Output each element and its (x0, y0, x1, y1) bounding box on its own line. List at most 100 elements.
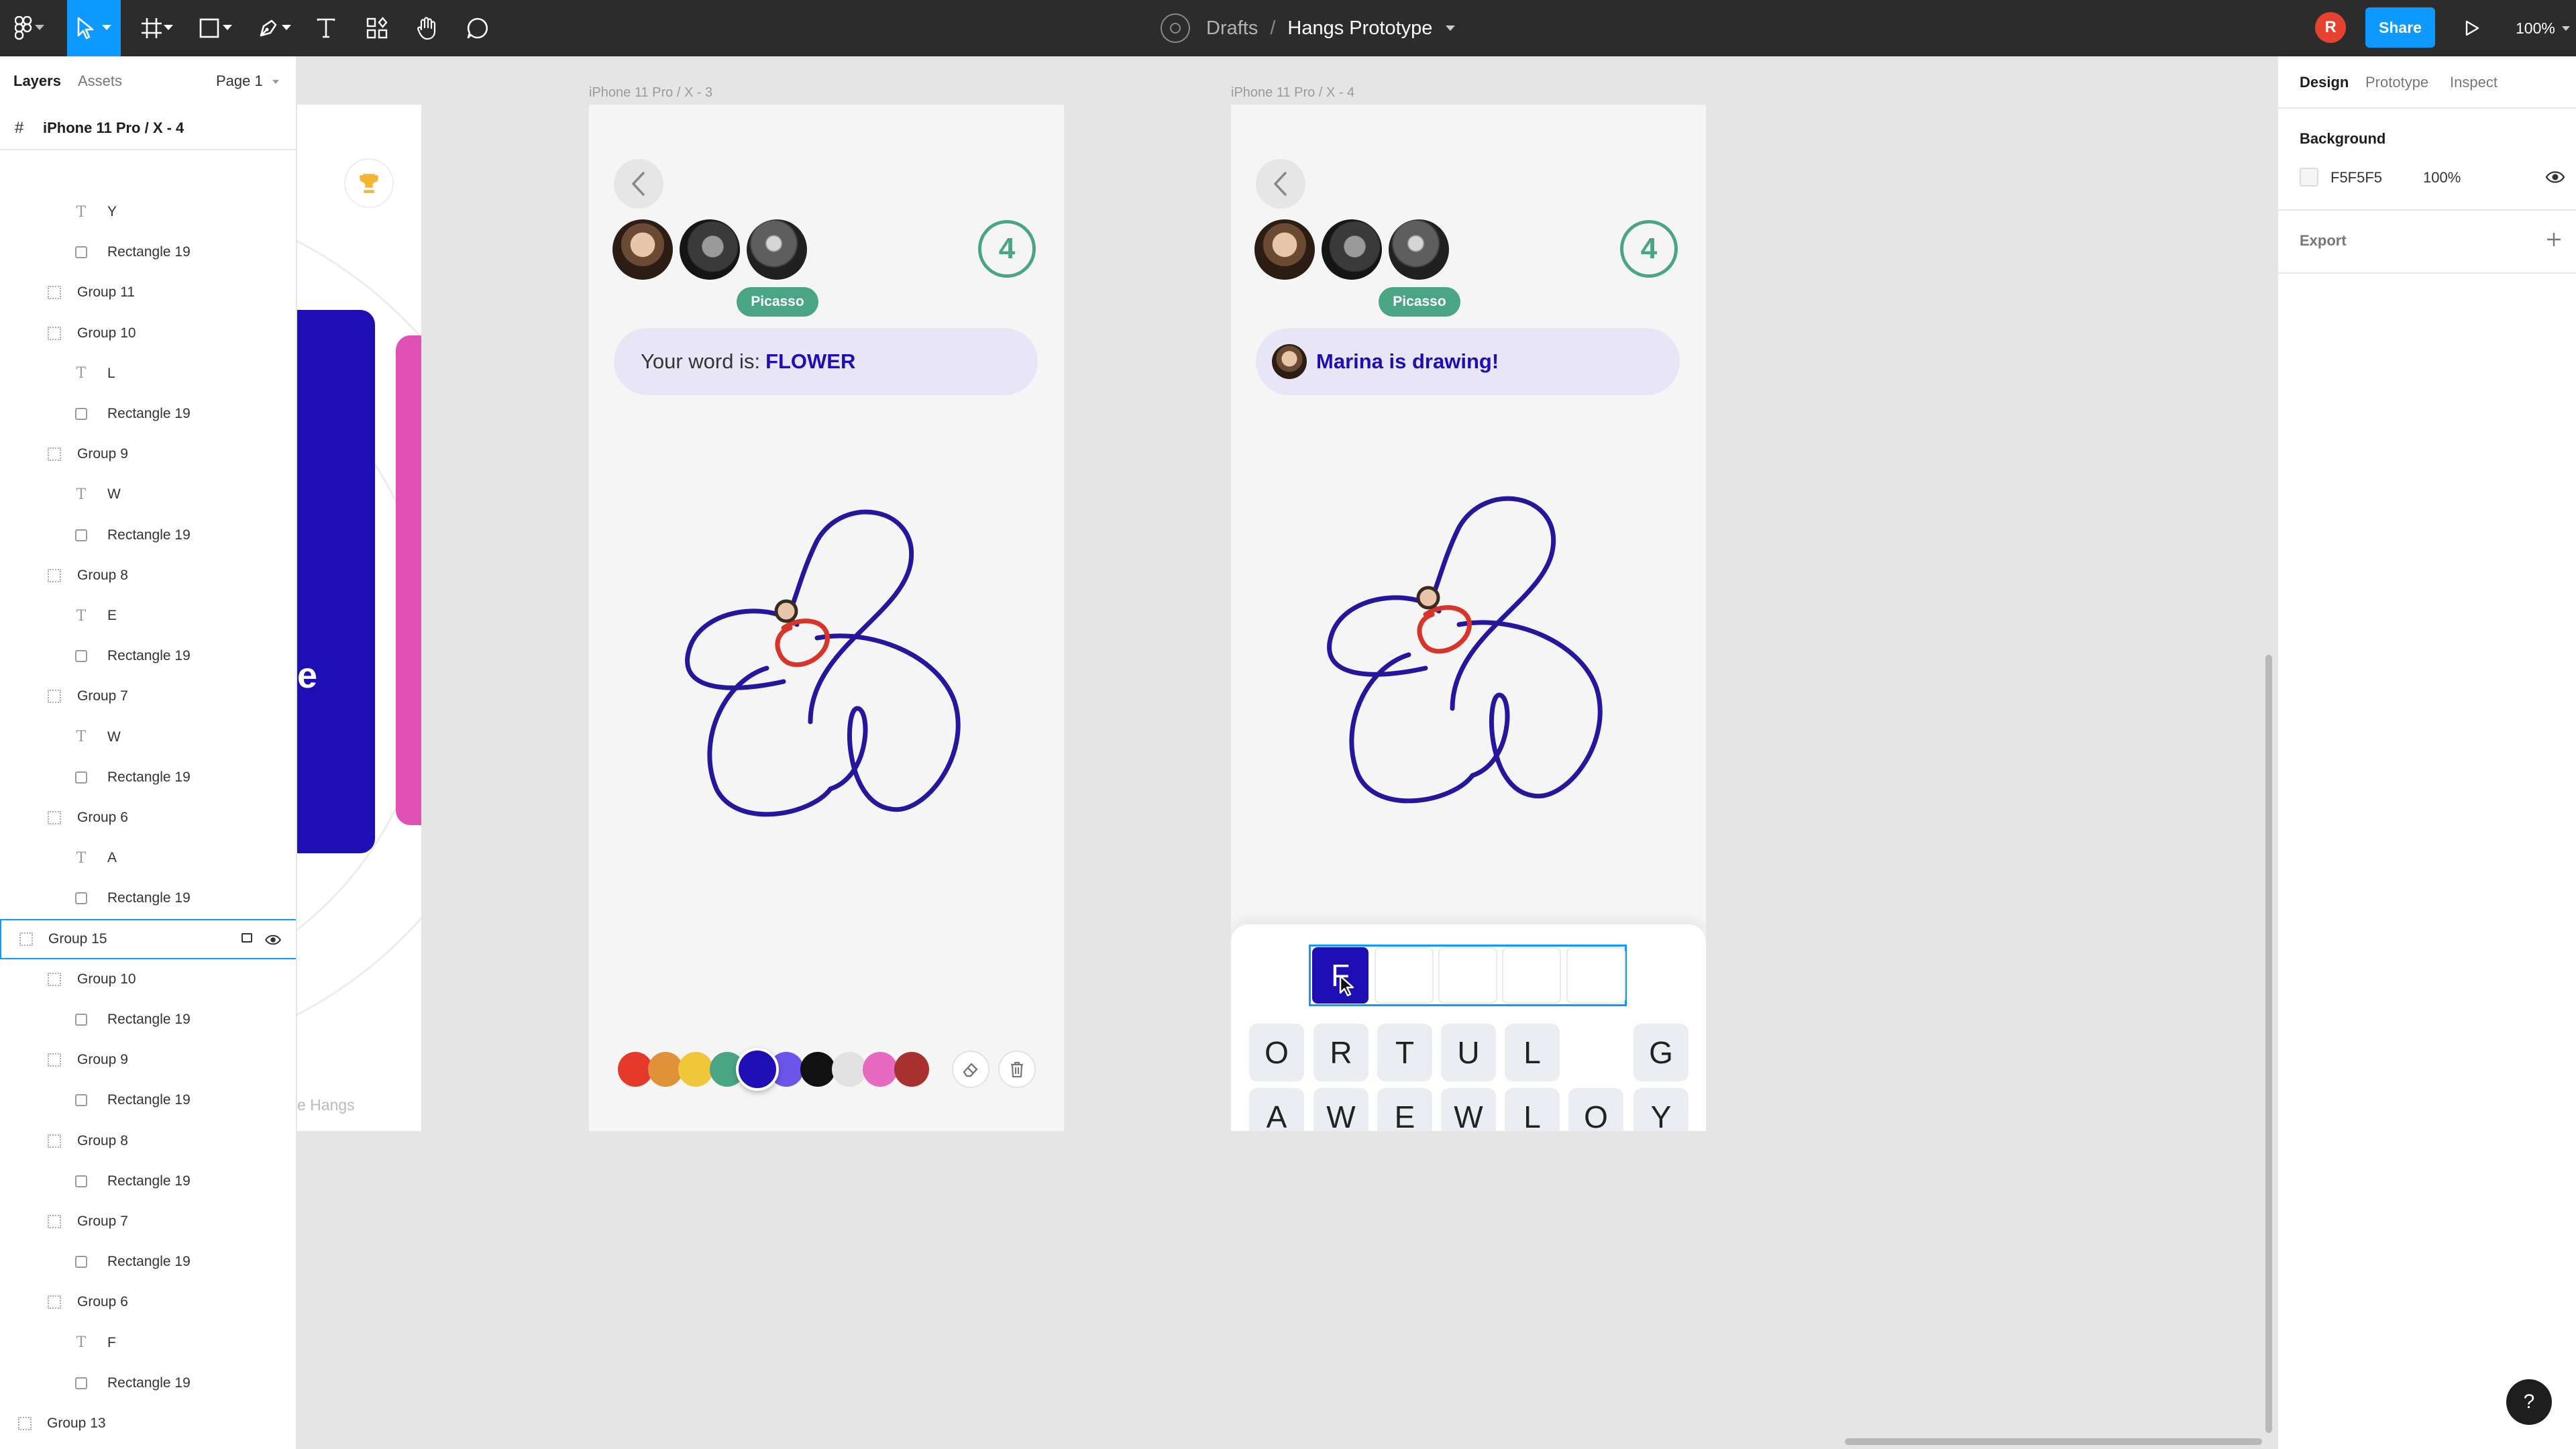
layer-row[interactable]: Group 7 (0, 1201, 296, 1242)
color-swatch-selected[interactable] (736, 1048, 779, 1091)
eraser-button[interactable] (952, 1051, 989, 1088)
visibility-eye-icon[interactable] (264, 933, 282, 947)
layer-row[interactable]: Rectangle 19 (0, 1000, 296, 1040)
add-export-icon[interactable] (2545, 231, 2563, 248)
letter-key[interactable]: T (1377, 1024, 1432, 1081)
letter-key[interactable]: A (1249, 1088, 1304, 1131)
background-color-swatch[interactable] (2300, 168, 2318, 186)
letter-key[interactable]: G (1633, 1024, 1688, 1081)
letter-key[interactable]: U (1441, 1024, 1496, 1081)
phone-frame-3[interactable]: Picasso 4 Your word is: FLOWER (589, 105, 1064, 1131)
export-section-title[interactable]: Export (2300, 232, 2347, 250)
letter-key[interactable]: O (1249, 1024, 1304, 1081)
layer-row[interactable]: Rectangle 19 (0, 757, 296, 798)
layer-row[interactable]: Group 15 (0, 918, 296, 959)
resources-tool-icon[interactable] (357, 0, 397, 56)
player-avatar-1[interactable] (612, 219, 673, 280)
layer-row[interactable]: Group 8 (0, 1121, 296, 1161)
background-opacity-input[interactable]: 100% (2423, 169, 2461, 186)
color-swatch[interactable] (894, 1052, 929, 1087)
layer-row[interactable]: Group 12 (0, 1444, 296, 1449)
chevron-down-icon[interactable] (1446, 25, 1456, 31)
frame-label-4[interactable]: iPhone 11 Pro / X - 4 (1231, 85, 1354, 101)
layer-row[interactable]: Rectangle 19 (0, 1161, 296, 1201)
breadcrumb-drafts[interactable]: Drafts (1206, 17, 1258, 40)
layer-row[interactable]: Group 9 (0, 434, 296, 474)
partial-frame[interactable]: e e Hangs (297, 105, 421, 1131)
share-button[interactable]: Share (2365, 7, 2435, 48)
layer-row[interactable]: TE (0, 596, 296, 636)
layer-row[interactable]: Rectangle 19 (0, 394, 296, 434)
color-swatch[interactable] (800, 1052, 835, 1087)
trophy-icon[interactable] (344, 158, 394, 208)
hand-tool-icon[interactable] (407, 0, 447, 56)
answer-slot-3[interactable] (1438, 947, 1497, 1004)
vertical-scrollbar[interactable] (2265, 655, 2272, 1433)
layer-row[interactable]: Group 6 (0, 798, 296, 838)
layer-frame-row[interactable]: # iPhone 11 Pro / X - 4 (0, 107, 296, 150)
layer-row[interactable]: TL (0, 354, 296, 394)
page-selector[interactable]: Page 1 (216, 72, 279, 90)
background-hex-input[interactable]: F5F5F5 (2330, 169, 2382, 186)
player-avatar-2[interactable] (1322, 219, 1382, 280)
layer-row[interactable]: Rectangle 19 (0, 636, 296, 676)
layer-row[interactable]: Rectangle 19 (0, 1242, 296, 1282)
tab-design[interactable]: Design (2300, 74, 2349, 91)
letter-key[interactable]: L (1505, 1024, 1560, 1081)
letter-key[interactable]: W (1441, 1088, 1496, 1131)
help-button[interactable]: ? (2506, 1379, 2552, 1425)
unlock-icon[interactable] (241, 932, 252, 943)
layer-row[interactable]: Group 11 (0, 272, 296, 313)
move-tool-button[interactable] (67, 0, 121, 56)
layer-row[interactable]: Group 6 (0, 1282, 296, 1322)
layer-row[interactable]: Group 8 (0, 555, 296, 596)
tab-layers[interactable]: Layers (13, 72, 61, 90)
comment-tool-icon[interactable] (458, 0, 498, 56)
layer-row[interactable]: TW (0, 717, 296, 757)
back-button[interactable] (614, 159, 663, 209)
user-avatar[interactable]: R (2315, 12, 2346, 43)
player-avatar-3[interactable] (1389, 219, 1449, 280)
layer-row[interactable]: Rectangle 19 (0, 515, 296, 555)
layer-row[interactable]: Group 13 (0, 1403, 296, 1444)
layer-row[interactable]: Rectangle 19 (0, 1080, 296, 1120)
canvas[interactable]: e e Hangs iPhone 11 Pro / X - 3 Picasso … (297, 56, 2276, 1449)
layer-row[interactable]: TF (0, 1323, 296, 1363)
layer-row[interactable]: Group 7 (0, 676, 296, 716)
letter-key[interactable]: L (1505, 1088, 1560, 1131)
layer-row[interactable]: Rectangle 19 (0, 232, 296, 272)
phone-frame-4[interactable]: Picasso 4 Marina is drawing! F O R T U L… (1231, 105, 1706, 1131)
color-swatch[interactable] (678, 1052, 713, 1087)
layer-row[interactable]: Group 10 (0, 959, 296, 1000)
tab-assets[interactable]: Assets (78, 72, 122, 90)
layer-row[interactable]: Rectangle 19 (0, 878, 296, 918)
answer-slot-5[interactable] (1566, 947, 1625, 1004)
back-button[interactable] (1256, 159, 1305, 209)
layer-row[interactable]: Group 10 (0, 313, 296, 354)
color-swatch[interactable] (832, 1052, 867, 1087)
letter-key[interactable]: R (1313, 1024, 1368, 1081)
present-play-icon[interactable] (2455, 0, 2489, 56)
drawing-area[interactable] (589, 427, 1064, 910)
letter-key[interactable]: O (1568, 1088, 1623, 1131)
answer-slot-4[interactable] (1502, 947, 1561, 1004)
layer-row[interactable]: TW (0, 474, 296, 515)
horizontal-scrollbar[interactable] (1845, 1438, 2262, 1445)
player-avatar-1[interactable] (1254, 219, 1315, 280)
clear-button[interactable] (998, 1051, 1036, 1088)
tab-inspect[interactable]: Inspect (2450, 74, 2498, 91)
layer-row[interactable]: TY (0, 192, 296, 232)
visibility-eye-icon[interactable] (2545, 169, 2565, 185)
letter-key[interactable]: W (1313, 1088, 1368, 1131)
frame-label-3[interactable]: iPhone 11 Pro / X - 3 (589, 85, 712, 101)
letter-key[interactable]: Y (1633, 1088, 1688, 1131)
project-name[interactable]: Hangs Prototype (1287, 17, 1432, 40)
player-avatar-2[interactable] (680, 219, 740, 280)
text-tool-icon[interactable] (306, 0, 346, 56)
tab-prototype[interactable]: Prototype (2365, 74, 2428, 91)
layer-row[interactable]: TA (0, 838, 296, 878)
layer-row[interactable]: Rectangle 19 (0, 1363, 296, 1403)
color-swatch[interactable] (863, 1052, 898, 1087)
answer-slot-2[interactable] (1375, 947, 1434, 1004)
layer-row[interactable]: Group 9 (0, 1040, 296, 1080)
